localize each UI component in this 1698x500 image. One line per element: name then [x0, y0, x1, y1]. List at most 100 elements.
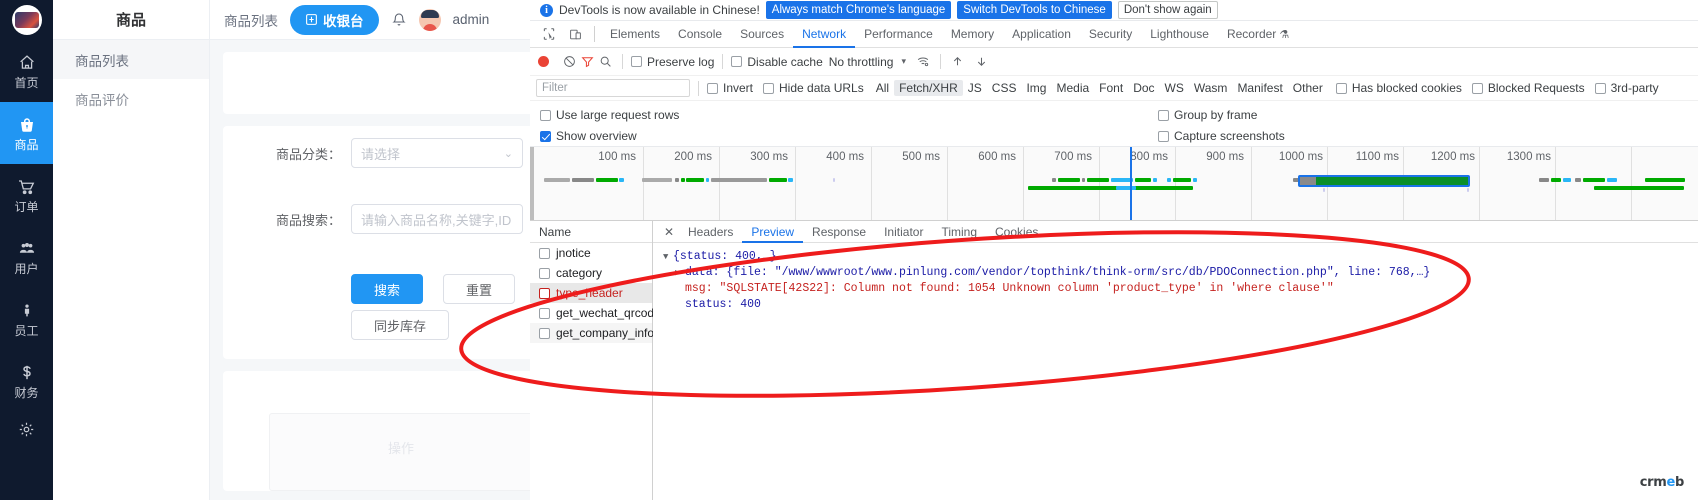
request-row-get-wechat-qrcode[interactable]: get_wechat_qrcode	[530, 303, 661, 323]
invert-checkbox[interactable]: Invert	[707, 81, 753, 95]
overview-selection-window[interactable]	[1298, 175, 1470, 187]
detail-tab-timing[interactable]: Timing	[932, 221, 986, 243]
tab-recorder[interactable]: Recorder ⚗	[1218, 21, 1298, 48]
tab-network[interactable]: Network	[793, 21, 855, 48]
form-buttons: 搜索 重置	[223, 274, 530, 304]
submenu-item-product-list[interactable]: 商品列表	[53, 40, 209, 79]
filter-type-all[interactable]: All	[871, 80, 894, 96]
capture-screenshots-checkbox[interactable]: Capture screenshots	[1158, 129, 1285, 143]
filter-type-other[interactable]: Other	[1288, 80, 1328, 96]
detail-tabbar: ✕ Headers Preview Response Initiator Tim…	[653, 221, 1698, 243]
always-match-language-button[interactable]: Always match Chrome's language	[765, 1, 952, 19]
sidebar-item-label: 订单	[14, 199, 39, 214]
clear-icon[interactable]	[560, 55, 578, 68]
filter-icon[interactable]	[578, 55, 596, 68]
detail-tab-response[interactable]: Response	[803, 221, 875, 243]
sidebar-item-products[interactable]: 商品	[0, 102, 53, 164]
filter-input-placeholder: Filter	[542, 82, 568, 94]
search-icon[interactable]	[596, 55, 614, 68]
export-har-icon[interactable]	[973, 55, 991, 68]
tab-elements[interactable]: Elements	[601, 21, 669, 48]
sidebar-item-users[interactable]: 用户	[0, 226, 53, 288]
sidebar-item-finance[interactable]: 财务	[0, 350, 53, 412]
json-status-row: status: 400	[663, 297, 1698, 313]
request-row-category[interactable]: category	[530, 263, 652, 283]
tab-application[interactable]: Application	[1003, 21, 1080, 48]
record-icon[interactable]	[538, 56, 549, 67]
filter-type-manifest[interactable]: Manifest	[1232, 80, 1287, 96]
tab-product-list[interactable]: 商品列表	[224, 10, 278, 30]
tab-console[interactable]: Console	[669, 21, 731, 48]
sidebar-item-home[interactable]: 首页	[0, 40, 53, 102]
checkbox-box[interactable]	[539, 247, 550, 259]
has-blocked-cookies-checkbox[interactable]: Has blocked cookies	[1335, 81, 1462, 95]
use-large-request-rows-checkbox[interactable]: Use large request rows	[540, 108, 679, 122]
dont-show-again-button[interactable]: Don't show again	[1117, 1, 1218, 19]
sidebar-item-settings[interactable]	[0, 412, 53, 446]
detail-tab-cookies[interactable]: Cookies	[986, 221, 1047, 243]
group-by-frame-checkbox[interactable]: Group by frame	[1158, 108, 1257, 122]
import-har-icon[interactable]	[949, 55, 967, 68]
close-icon[interactable]: ✕	[659, 225, 679, 239]
filter-type-media[interactable]: Media	[1051, 80, 1094, 96]
reset-button[interactable]: 重置	[443, 274, 516, 304]
filter-type-font[interactable]: Font	[1094, 80, 1128, 96]
group-by-frame-label: Group by frame	[1174, 108, 1258, 122]
filter-type-fetch-xhr[interactable]: Fetch/XHR	[894, 80, 963, 96]
inspect-element-icon[interactable]	[536, 22, 562, 46]
network-conditions-icon[interactable]	[914, 55, 932, 68]
sidebar-item-staff[interactable]: 员工	[0, 288, 53, 350]
detail-tab-headers[interactable]: Headers	[679, 221, 742, 243]
overview-playhead	[1130, 147, 1132, 220]
form-row-search: 商品搜索： 请输入商品名称,关键字,ID	[223, 204, 530, 234]
overview-left-handle[interactable]	[530, 147, 534, 220]
filter-type-wasm[interactable]: Wasm	[1189, 80, 1233, 96]
checkbox-box[interactable]	[539, 307, 550, 319]
category-select[interactable]: 请选择 ⌄	[351, 138, 523, 168]
cashier-button[interactable]: 收银台	[290, 4, 379, 35]
request-list-header[interactable]: Name	[530, 221, 652, 243]
chevron-down-icon[interactable]: ▾	[901, 56, 906, 67]
preserve-log-checkbox[interactable]: Preserve log	[631, 55, 714, 69]
filter-type-css[interactable]: CSS	[987, 80, 1022, 96]
submenu-item-product-reviews[interactable]: 商品评价	[53, 79, 209, 118]
hide-data-urls-checkbox[interactable]: Hide data URLs	[763, 81, 864, 95]
bell-icon[interactable]	[391, 12, 407, 28]
filter-type-ws[interactable]: WS	[1160, 80, 1189, 96]
tab-memory[interactable]: Memory	[942, 21, 1003, 48]
info-icon: i	[540, 3, 553, 17]
filter-input[interactable]: Filter	[536, 79, 690, 97]
sidebar-item-orders[interactable]: 订单	[0, 164, 53, 226]
throttling-select[interactable]: No throttling	[829, 55, 894, 69]
checkbox-box[interactable]	[539, 287, 550, 299]
search-input[interactable]: 请输入商品名称,关键字,ID	[351, 204, 523, 234]
switch-to-chinese-button[interactable]: Switch DevTools to Chinese	[957, 1, 1112, 19]
request-row-get-company-info[interactable]: get_company_info	[530, 323, 654, 343]
request-row-jnotice[interactable]: jnotice	[530, 243, 652, 263]
network-overview-timeline[interactable]: 100 ms 200 ms 300 ms 400 ms 500 ms 600 m…	[530, 147, 1698, 221]
avatar[interactable]	[418, 8, 441, 31]
tab-performance[interactable]: Performance	[855, 21, 942, 48]
checkbox-box[interactable]	[539, 327, 550, 339]
request-row-type-header[interactable]: type_header	[530, 283, 652, 303]
chevron-right-icon[interactable]: ▶	[675, 265, 685, 281]
third-party-checkbox[interactable]: 3rd-party	[1594, 81, 1659, 95]
chevron-down-icon[interactable]: ▼	[663, 249, 673, 265]
checkbox-box	[540, 109, 551, 121]
search-button[interactable]: 搜索	[351, 274, 424, 304]
disable-cache-checkbox[interactable]: Disable cache	[731, 55, 823, 69]
filter-type-img[interactable]: Img	[1021, 80, 1051, 96]
show-overview-checkbox[interactable]: Show overview	[540, 129, 637, 143]
tab-security[interactable]: Security	[1080, 21, 1141, 48]
checkbox-box[interactable]	[539, 267, 550, 279]
detail-tab-initiator[interactable]: Initiator	[875, 221, 932, 243]
show-overview-label: Show overview	[556, 129, 637, 143]
blocked-requests-checkbox[interactable]: Blocked Requests	[1471, 81, 1585, 95]
detail-tab-preview[interactable]: Preview	[742, 221, 803, 243]
sync-stock-button[interactable]: 同步库存	[351, 310, 450, 340]
device-toolbar-icon[interactable]	[562, 22, 588, 46]
filter-type-js[interactable]: JS	[963, 80, 987, 96]
tab-sources[interactable]: Sources	[731, 21, 793, 48]
tab-lighthouse[interactable]: Lighthouse	[1141, 21, 1218, 48]
filter-type-doc[interactable]: Doc	[1128, 80, 1159, 96]
